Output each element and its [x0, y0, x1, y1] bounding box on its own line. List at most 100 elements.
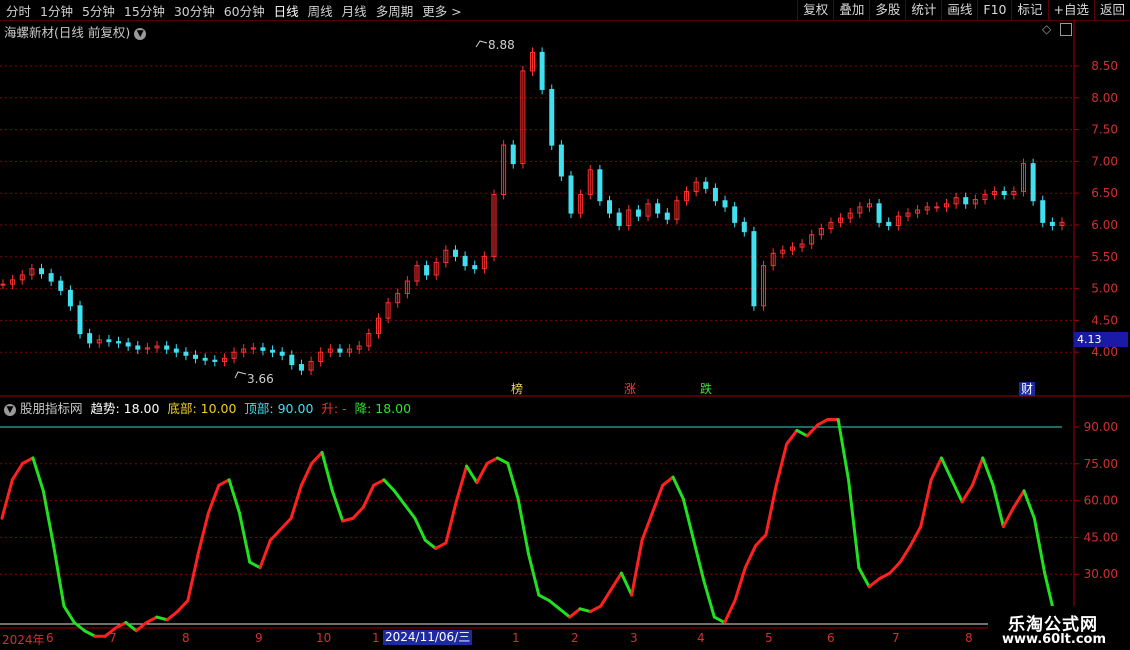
indicator-segment — [516, 497, 530, 556]
x-axis-label: 7 — [109, 631, 117, 645]
x-axis-label: 2 — [571, 631, 579, 645]
x-axis-label: 4 — [697, 631, 705, 645]
candle-body — [712, 187, 718, 202]
indicator-segment — [950, 478, 964, 504]
indicator-segment — [475, 461, 489, 485]
candle-body — [703, 181, 709, 189]
up-value: 升: - — [321, 401, 347, 416]
indicator-segment — [712, 615, 727, 625]
indicator-segment — [816, 417, 830, 427]
indicator-segment — [599, 588, 613, 608]
indicator-segment — [248, 560, 262, 570]
crosshair-date-label: 2024/11/06/三 — [383, 630, 473, 645]
indicator-segment — [10, 461, 25, 482]
x-axis-label: 8 — [965, 631, 973, 645]
high-price-label: 8.88 — [488, 38, 515, 52]
candle-body — [48, 273, 54, 282]
indicator-segment — [310, 450, 324, 465]
indicator-segment — [578, 607, 592, 614]
kline-chart: 8.50 8.00 7.50 7.00 6.50 6.00 5.50 5.00 4.50 4.00… — [0, 20, 1130, 638]
diamond-icon[interactable]: ◇ — [1042, 22, 1051, 36]
window-icon[interactable] — [1060, 23, 1072, 36]
indicator-segment — [258, 538, 272, 570]
indicator-segment — [537, 593, 551, 603]
chevron-down-icon[interactable]: ▼ — [4, 403, 16, 416]
indicator-segment — [0, 478, 14, 520]
indicator-segment — [836, 417, 851, 482]
stock-title: 海螺新材(日线 前复权) — [4, 25, 131, 40]
candle-body — [279, 351, 285, 356]
x-axis-label: 1 — [372, 631, 380, 645]
indicator-tick-label: 60.00 — [1084, 494, 1118, 508]
candle-body — [886, 221, 892, 226]
x-axis-label: 6 — [46, 631, 54, 645]
price-tick-label: 8.50 — [1091, 59, 1118, 73]
x-axis-label: 3 — [630, 631, 638, 645]
indicator-segment — [372, 478, 386, 487]
candle-body — [510, 144, 516, 165]
low-pointer — [234, 371, 247, 379]
indicator-segment — [754, 533, 768, 548]
candle-body — [934, 206, 940, 209]
chevron-down-icon[interactable]: ▼ — [134, 27, 147, 40]
indicator-segment — [723, 599, 737, 625]
indicator-segment — [908, 524, 923, 548]
indicator-segment — [392, 489, 407, 507]
indicator-segment — [206, 483, 221, 515]
candle-body — [116, 341, 122, 344]
indicator-segment — [1012, 489, 1026, 509]
candle-body — [655, 203, 661, 214]
indicator-segment — [547, 599, 561, 611]
indicator-segment — [279, 516, 293, 531]
indicator-segment — [888, 560, 902, 575]
indicator-segment — [939, 456, 954, 482]
candle-body — [87, 333, 93, 344]
candle-body — [260, 347, 266, 351]
candle-body — [212, 359, 218, 362]
indicator-segment — [681, 497, 696, 542]
indicator-segment — [981, 456, 995, 487]
indicator-tick-label: 45.00 — [1084, 530, 1118, 544]
indicator-segment — [764, 483, 778, 537]
candle-body — [597, 169, 603, 202]
candle-body — [1040, 200, 1046, 223]
candle-body — [751, 231, 757, 307]
x-axis-label: 9 — [255, 631, 263, 645]
indicator-segment — [650, 483, 665, 515]
indicator-segment — [640, 511, 654, 542]
price-tick-label: 8.00 — [1091, 91, 1118, 105]
indicator-segment — [774, 442, 789, 487]
marker-cai[interactable]: 财 — [1019, 382, 1036, 396]
indicator-segment — [299, 461, 314, 487]
indicator-segment — [960, 483, 974, 504]
marker-bang[interactable]: 榜 — [509, 382, 525, 396]
indicator-segment — [1032, 516, 1047, 575]
candle-body — [963, 197, 969, 205]
candle-body — [722, 200, 728, 208]
indicator-segment — [454, 464, 469, 504]
indicator-segment — [568, 607, 582, 619]
indicator-segment — [351, 505, 365, 520]
indicator-segment — [785, 428, 799, 446]
indicator-segment — [289, 483, 303, 520]
candle-body — [1001, 190, 1007, 196]
candle-body — [1049, 221, 1055, 226]
indicator-segment — [403, 503, 417, 520]
indicator-segment — [227, 478, 241, 515]
marker-zhang[interactable]: 涨 — [622, 382, 638, 396]
indicator-segment — [176, 599, 190, 614]
indicator-tick-label: 90.00 — [1084, 420, 1118, 434]
marker-die[interactable]: 跌 — [698, 382, 714, 396]
indicator-segment — [21, 456, 35, 465]
trend-value: 趋势: 18.00 — [90, 401, 160, 416]
candle-body — [616, 212, 622, 226]
indicator-segment — [919, 478, 933, 528]
indicator-segment — [630, 538, 644, 597]
candle-body — [289, 354, 295, 366]
indicator-segment — [702, 579, 716, 619]
indicator-segment — [52, 544, 66, 608]
x-axis-label: 5 — [765, 631, 773, 645]
indicator-segment — [857, 566, 871, 589]
candle-body — [664, 212, 670, 220]
indicator-segment — [268, 527, 283, 542]
